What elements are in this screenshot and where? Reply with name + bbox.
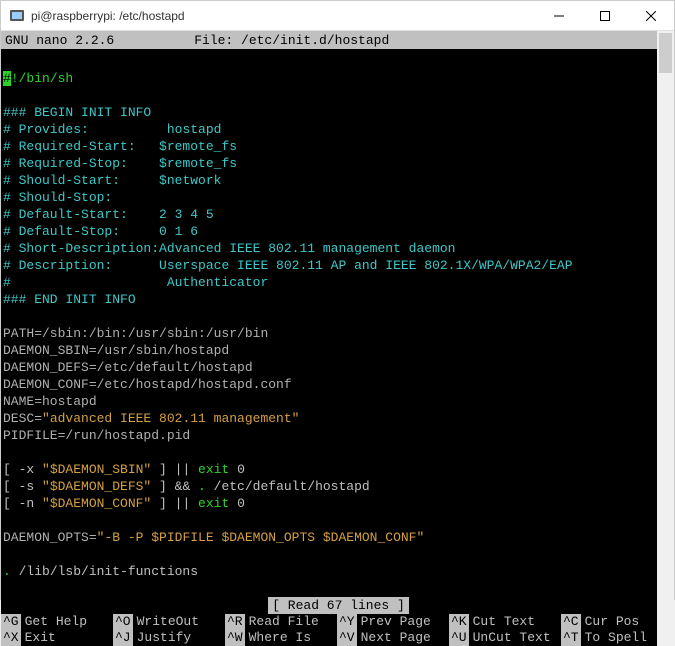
init-meta-line: # Description: Userspace IEEE 802.11 AP …: [3, 257, 674, 274]
var-line: DAEMON_SBIN=/usr/sbin/hostapd: [3, 342, 674, 359]
shortcut-key: ^X: [1, 630, 21, 646]
shortcut-label: Prev Page: [361, 614, 431, 630]
close-button[interactable]: [628, 1, 674, 31]
titlebar[interactable]: pi@raspberrypi: /etc/hostapd: [1, 1, 674, 31]
init-meta-line: # Required-Start: $remote_fs: [3, 138, 674, 155]
shortcut-key: ^Y: [337, 614, 357, 630]
minimize-button[interactable]: [536, 1, 582, 31]
nano-header: GNU nano 2.2.6 File: /etc/init.d/hostapd: [1, 31, 674, 49]
var-line: DAEMON_DEFS=/etc/default/hostapd: [3, 359, 674, 376]
shortcut-label: Cur Pos: [585, 614, 640, 630]
shortcut-item[interactable]: ^VNext Page: [337, 630, 449, 646]
shortcut-item[interactable]: ^OWriteOut: [113, 614, 225, 630]
var-line: DAEMON_OPTS="-B -P $PIDFILE $DAEMON_OPTS…: [3, 529, 674, 546]
var-line: PIDFILE=/run/hostapd.pid: [3, 427, 674, 444]
maximize-button[interactable]: [582, 1, 628, 31]
shebang-line: #!/bin/sh: [3, 70, 674, 87]
init-meta-line: # Required-Stop: $remote_fs: [3, 155, 674, 172]
scrollbar[interactable]: [657, 31, 674, 646]
shortcut-item[interactable]: ^JJustify: [113, 630, 225, 646]
var-line: PATH=/sbin:/bin:/usr/sbin:/usr/bin: [3, 325, 674, 342]
init-meta-line: # Provides: hostapd: [3, 121, 674, 138]
test-line: [ -x "$DAEMON_SBIN" ] || exit 0: [3, 461, 674, 478]
editor-line: [3, 580, 674, 597]
init-meta-line: # Default-Stop: 0 1 6: [3, 223, 674, 240]
editor-line: [3, 546, 674, 563]
var-line: DAEMON_CONF=/etc/hostapd/hostapd.conf: [3, 376, 674, 393]
shortcut-key: ^T: [561, 630, 581, 646]
shortcut-label: UnCut Text: [473, 630, 551, 646]
shortcut-item[interactable]: ^XExit: [1, 630, 113, 646]
editor-line: [3, 512, 674, 529]
cursor: #: [3, 71, 11, 86]
scrollbar-thumb[interactable]: [659, 33, 672, 73]
window: pi@raspberrypi: /etc/hostapd GNU nano 2.…: [0, 0, 675, 600]
editor-line: [3, 308, 674, 325]
window-title: pi@raspberrypi: /etc/hostapd: [31, 9, 536, 23]
shortcut-row: ^GGet Help^OWriteOut^RRead File^YPrev Pa…: [1, 614, 674, 630]
init-meta-line: # Default-Start: 2 3 4 5: [3, 206, 674, 223]
shortcut-key: ^G: [1, 614, 21, 630]
shortcut-label: Where Is: [249, 630, 311, 646]
test-line: [ -n "$DAEMON_CONF" ] || exit 0: [3, 495, 674, 512]
shortcut-label: Cut Text: [473, 614, 535, 630]
init-info-end: ### END INIT INFO: [3, 291, 674, 308]
shortcut-bar: ^GGet Help^OWriteOut^RRead File^YPrev Pa…: [1, 614, 674, 646]
test-line: [ -s "$DAEMON_DEFS" ] && . /etc/default/…: [3, 478, 674, 495]
nano-version: GNU nano 2.2.6: [5, 33, 194, 48]
shortcut-label: Justify: [137, 630, 192, 646]
shortcut-row: ^XExit^JJustify^WWhere Is^VNext Page^UUn…: [1, 630, 674, 646]
var-line: NAME=hostapd: [3, 393, 674, 410]
shortcut-label: Get Help: [25, 614, 87, 630]
shortcut-item[interactable]: ^UUnCut Text: [449, 630, 561, 646]
shortcut-key: ^R: [225, 614, 245, 630]
shortcut-label: Read File: [249, 614, 319, 630]
shortcut-item[interactable]: ^RRead File: [225, 614, 337, 630]
shortcut-key: ^U: [449, 630, 469, 646]
shortcut-item[interactable]: ^GGet Help: [1, 614, 113, 630]
var-line: DESC="advanced IEEE 802.11 management": [3, 410, 674, 427]
shortcut-label: Exit: [25, 630, 56, 646]
terminal[interactable]: GNU nano 2.2.6 File: /etc/init.d/hostapd…: [1, 31, 674, 646]
init-info-begin: ### BEGIN INIT INFO: [3, 104, 674, 121]
init-meta-line: # Short-Description:Advanced IEEE 802.11…: [3, 240, 674, 257]
shortcut-key: ^O: [113, 614, 133, 630]
shortcut-key: ^J: [113, 630, 133, 646]
shortcut-key: ^C: [561, 614, 581, 630]
app-icon: [9, 8, 25, 24]
init-meta-line: # Should-Start: $network: [3, 172, 674, 189]
editor-body[interactable]: #!/bin/sh ### BEGIN INIT INFO# Provides:…: [1, 49, 674, 614]
shortcut-item[interactable]: ^YPrev Page: [337, 614, 449, 630]
editor-line: [3, 87, 674, 104]
editor-line: [3, 444, 674, 461]
window-controls: [536, 1, 674, 31]
editor-line: [3, 53, 674, 70]
init-meta-line: # Authenticator: [3, 274, 674, 291]
source-line: . /lib/lsb/init-functions: [3, 563, 674, 580]
shortcut-key: ^W: [225, 630, 245, 646]
shortcut-key: ^K: [449, 614, 469, 630]
init-meta-line: # Should-Stop:: [3, 189, 674, 206]
shortcut-item[interactable]: ^WWhere Is: [225, 630, 337, 646]
shortcut-item[interactable]: ^KCut Text: [449, 614, 561, 630]
shortcut-label: Next Page: [361, 630, 431, 646]
nano-filepath: File: /etc/init.d/hostapd: [194, 33, 670, 48]
shortcut-key: ^V: [337, 630, 357, 646]
shortcut-label: WriteOut: [137, 614, 199, 630]
shortcut-label: To Spell: [585, 630, 647, 646]
